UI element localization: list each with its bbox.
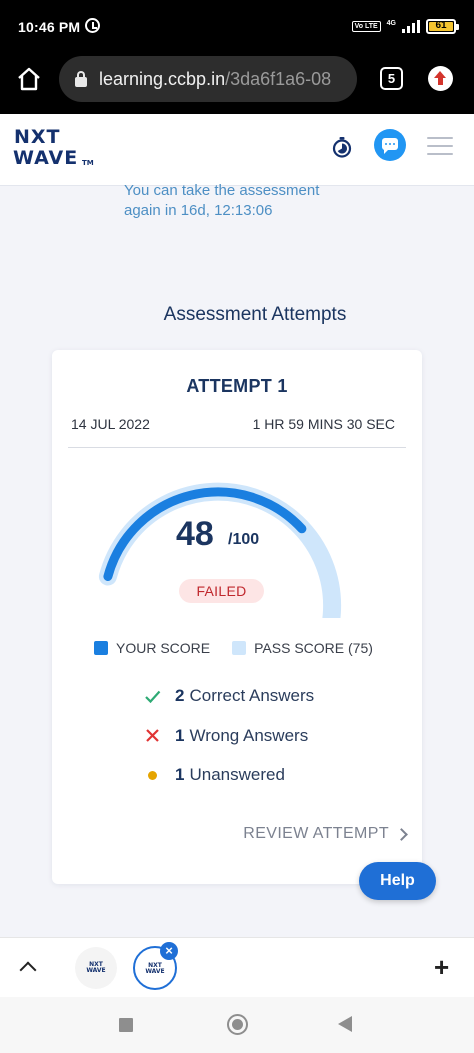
- close-tab-icon[interactable]: ×: [160, 942, 178, 960]
- attempt-card: ATTEMPT 1 14 JUL 2022 1 HR 59 MINS 30 SE…: [52, 350, 422, 884]
- status-indicators: Vo LTE 4G 61: [351, 19, 459, 34]
- score-value: 48: [176, 515, 214, 553]
- legend-pass-score: PASS SCORE (75): [254, 640, 373, 656]
- chevron-up-icon[interactable]: [19, 961, 37, 979]
- system-nav-bar: [0, 997, 474, 1053]
- url-bar[interactable]: learning.ccbp.in/3da6f1a6-08: [59, 56, 357, 102]
- chevron-right-icon: [395, 827, 408, 841]
- correct-count: 2: [175, 686, 185, 705]
- alarm-icon: [85, 18, 100, 33]
- attempt-title: ATTEMPT 1: [186, 376, 288, 396]
- your-score-swatch: [94, 641, 108, 655]
- tab-strip: NXT WAVE NXT WAVE: [0, 937, 474, 997]
- tab-count-button[interactable]: 5: [380, 67, 403, 90]
- back-icon[interactable]: [338, 1016, 352, 1032]
- unanswered-count: 1: [175, 765, 185, 784]
- chat-icon[interactable]: [374, 129, 406, 161]
- signal-icon: [402, 20, 420, 33]
- status-time: 10:46 PM: [18, 19, 81, 35]
- help-button[interactable]: Help: [359, 862, 436, 900]
- score-total: /100: [228, 531, 260, 548]
- pass-score-swatch: [232, 641, 247, 655]
- update-icon[interactable]: [428, 66, 453, 91]
- review-attempt-button[interactable]: REVIEW ATTEMPT: [243, 825, 408, 843]
- status-badge: FAILED: [179, 579, 264, 603]
- stopwatch-icon[interactable]: [331, 136, 353, 158]
- browser-chrome: 10:46 PM Vo LTE 4G 61 learning.ccbp.in/3…: [0, 0, 474, 114]
- correct-answers-row: 2 Correct Answers: [144, 686, 314, 706]
- lock-icon: [75, 71, 87, 87]
- check-icon: [145, 690, 161, 703]
- correct-label: Correct Answers: [189, 686, 315, 705]
- menu-icon[interactable]: [427, 137, 453, 155]
- home-icon[interactable]: [16, 66, 42, 92]
- section-title: Assessment Attempts: [163, 304, 347, 325]
- answer-summary: 2 Correct Answers 1 Wrong Answers 1 Unan…: [144, 686, 314, 805]
- url-text: learning.ccbp.in/3da6f1a6-08: [99, 68, 332, 89]
- divider: [68, 447, 406, 448]
- battery-level: 61: [435, 20, 447, 31]
- home-nav-icon[interactable]: [227, 1014, 248, 1035]
- attempt-duration: 1 HR 59 MINS 30 SEC: [252, 416, 395, 432]
- recents-icon[interactable]: [119, 1018, 133, 1032]
- gauge-legend: YOUR SCORE PASS SCORE (75): [94, 640, 373, 656]
- nxtwave-logo[interactable]: NXT WAVE TM: [13, 126, 95, 170]
- legend-your-score: YOUR SCORE: [116, 640, 211, 656]
- wrong-answers-row: 1 Wrong Answers: [144, 726, 314, 746]
- volte-badge: Vo LTE: [351, 21, 381, 32]
- new-tab-icon[interactable]: +: [434, 954, 449, 980]
- tab-thumbnail[interactable]: NXT WAVE: [75, 947, 117, 989]
- network-type: 4G: [386, 20, 396, 27]
- cross-icon: [146, 729, 159, 742]
- retake-countdown: You can take the assessment again in 16d…: [124, 182, 320, 219]
- unanswered-label: Unanswered: [189, 765, 285, 784]
- battery-icon: 61: [426, 19, 459, 34]
- dot-icon: [144, 767, 161, 784]
- unanswered-row: 1 Unanswered: [144, 765, 314, 785]
- wrong-count: 1: [175, 725, 185, 745]
- attempt-date: 14 JUL 2022: [71, 416, 150, 432]
- wrong-label: Wrong Answers: [189, 725, 309, 745]
